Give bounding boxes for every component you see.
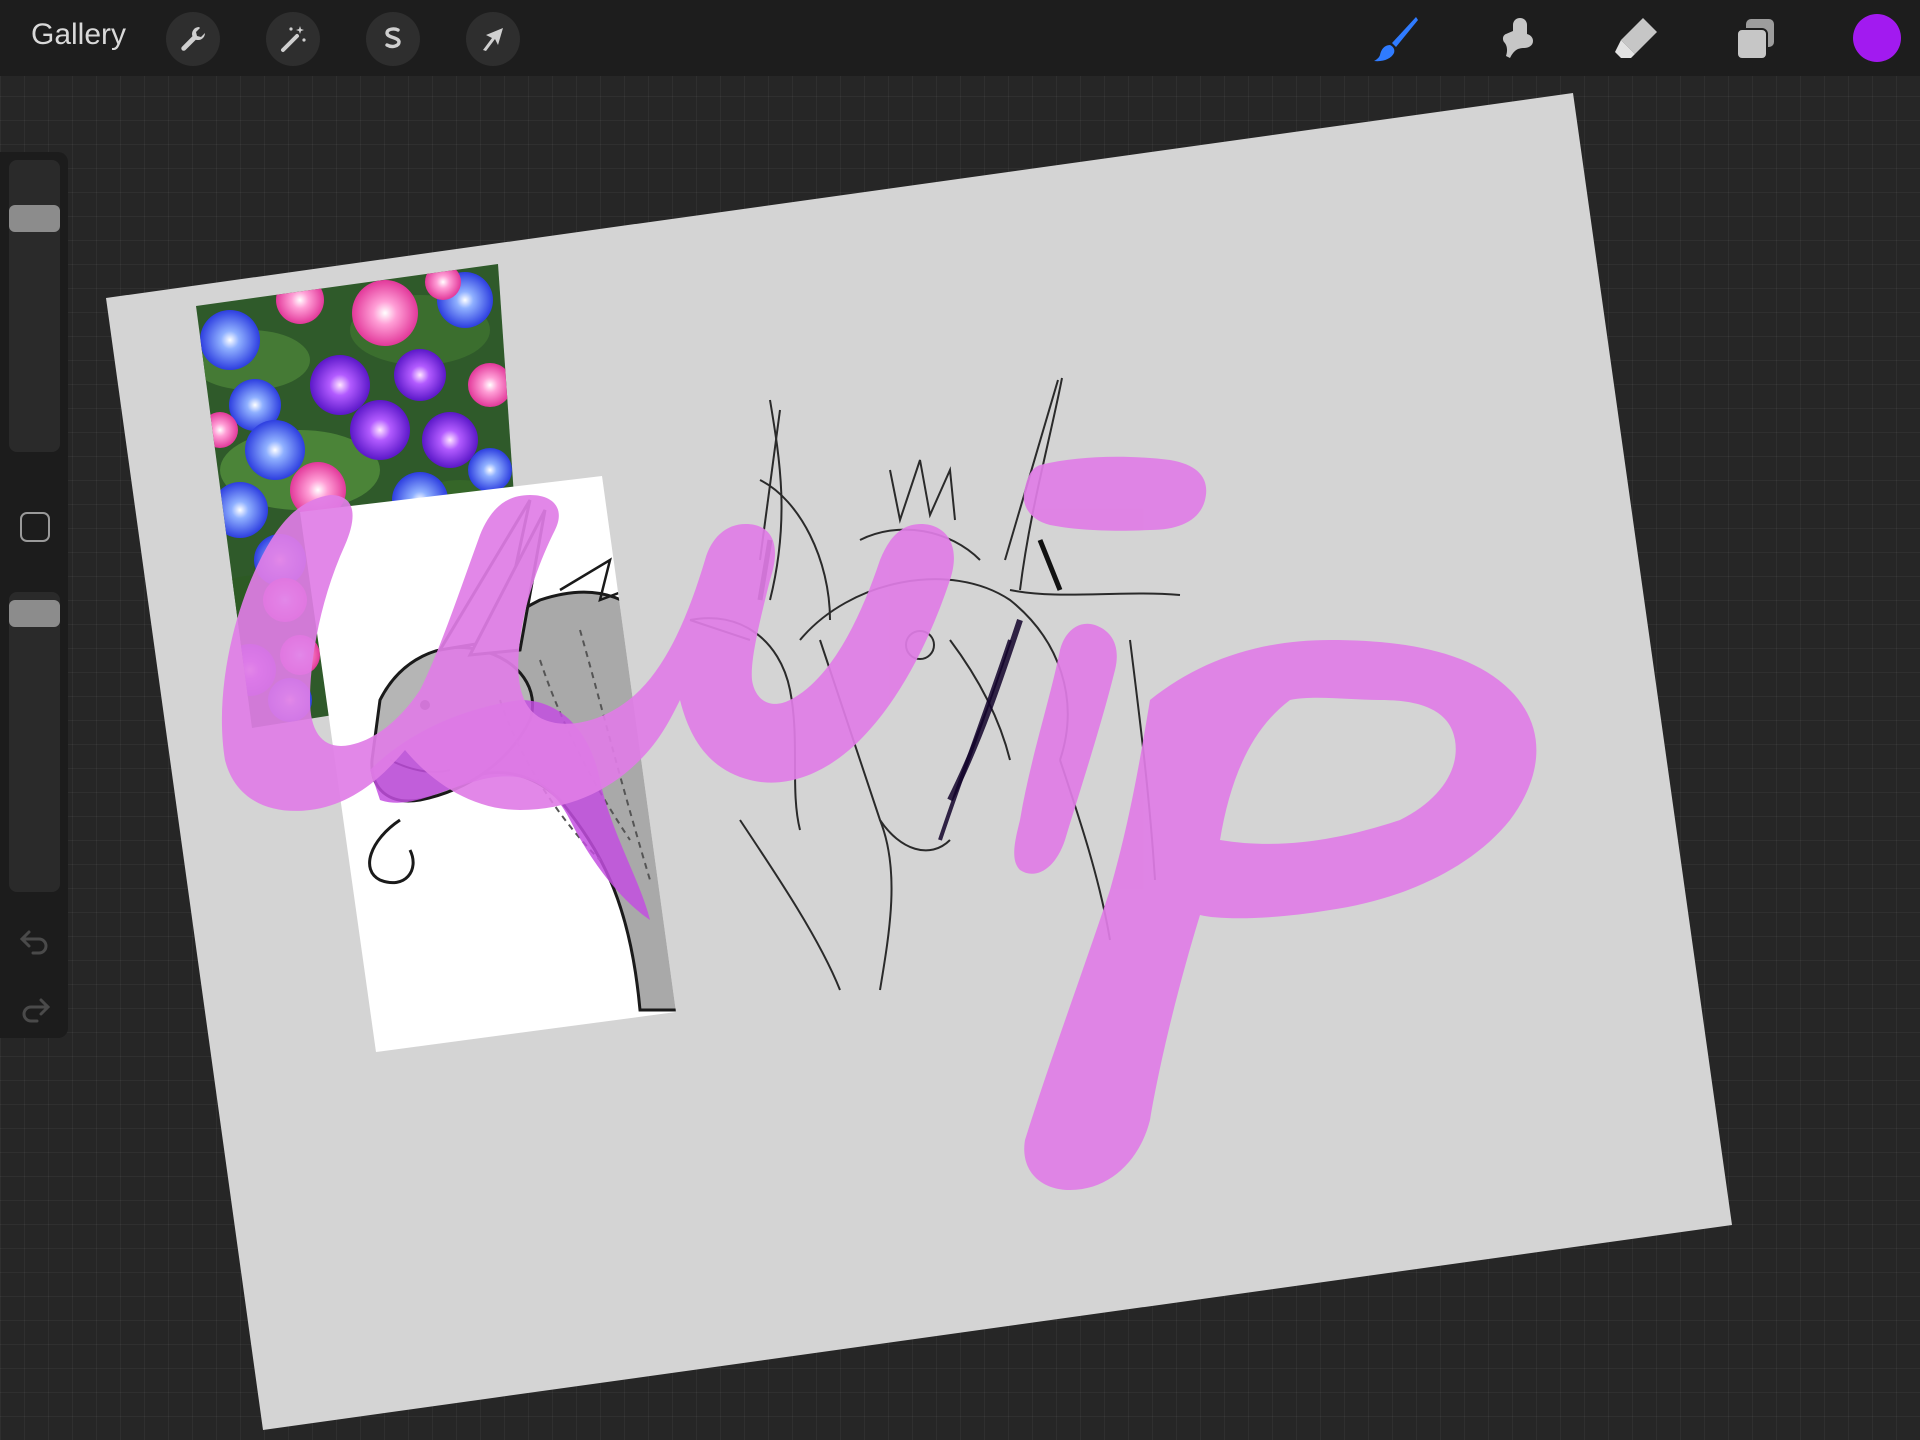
modify-button[interactable]	[20, 512, 50, 542]
brush-size-handle[interactable]	[9, 205, 60, 232]
opacity-slider[interactable]	[9, 592, 60, 892]
canvas-area[interactable]	[0, 0, 1920, 1440]
left-sidebar	[0, 152, 68, 1038]
redo-icon	[22, 998, 51, 1023]
redo-button[interactable]	[17, 990, 53, 1026]
undo-icon	[19, 930, 48, 955]
opacity-handle[interactable]	[9, 600, 60, 627]
brush-size-slider[interactable]	[9, 160, 60, 452]
undo-button[interactable]	[17, 922, 53, 958]
